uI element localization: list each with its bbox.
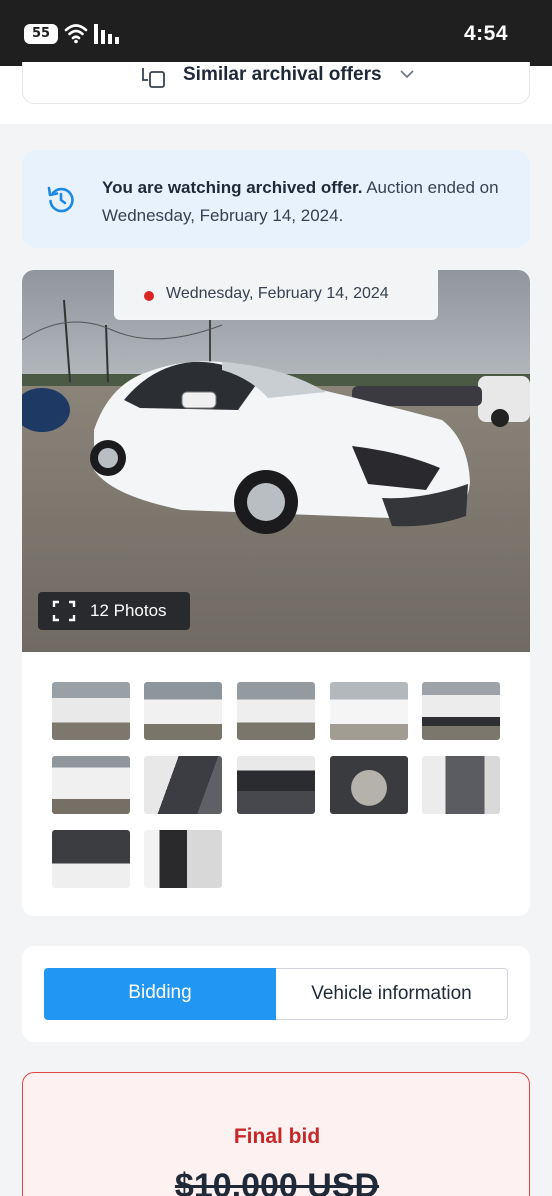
- copy-icon: [142, 68, 165, 88]
- photos-button[interactable]: 12 Photos: [38, 592, 190, 630]
- tabs-card: Bidding Vehicle information: [22, 946, 530, 1042]
- thumbnail[interactable]: [237, 682, 315, 740]
- thumbnail[interactable]: [144, 756, 222, 814]
- thumbnail[interactable]: [422, 682, 500, 740]
- photos-count: 12 Photos: [90, 601, 167, 620]
- chevron-down-icon: [400, 70, 414, 79]
- tab-vehicle-information[interactable]: Vehicle information: [276, 968, 508, 1020]
- status-dot: [144, 291, 154, 301]
- thumbnail[interactable]: [144, 682, 222, 740]
- hero-photo[interactable]: Wednesday, February 14, 2024 12 Photos: [22, 270, 530, 652]
- battery-indicator: 55: [24, 24, 58, 44]
- thumbnail[interactable]: [52, 830, 130, 888]
- tab-bidding[interactable]: Bidding: [44, 968, 276, 1020]
- status-time: 4:54: [463, 22, 508, 45]
- similar-offers-label: Similar archival offers: [183, 64, 382, 85]
- thumbnail[interactable]: [144, 830, 222, 888]
- auction-date: Wednesday, February 14, 2024: [166, 285, 389, 302]
- final-bid-label: Final bid: [233, 1125, 321, 1148]
- archived-notice: You are watching archived offer. Auction…: [22, 150, 530, 248]
- thumbnail[interactable]: [422, 756, 500, 814]
- thumbnail[interactable]: [330, 756, 408, 814]
- photo-gallery: Wednesday, February 14, 2024 12 Photos: [22, 270, 530, 916]
- thumbnail[interactable]: [52, 682, 130, 740]
- thumbnail[interactable]: [330, 682, 408, 740]
- fullscreen-icon: [52, 600, 76, 622]
- auction-date-pill: Wednesday, February 14, 2024: [114, 270, 438, 320]
- wifi-icon: [64, 24, 88, 44]
- thumbnail[interactable]: [52, 756, 130, 814]
- final-bid-amount: $10,000 USD: [174, 1167, 380, 1196]
- notice-text: You are watching archived offer. Auction…: [102, 174, 514, 230]
- signal-icon: [94, 24, 119, 44]
- final-bid-card: Final bid $10,000 USD: [22, 1072, 530, 1196]
- history-icon: [47, 186, 74, 213]
- thumbnail[interactable]: [237, 756, 315, 814]
- status-bar: 55 4:54: [0, 0, 552, 66]
- similar-offers-dropdown[interactable]: Similar archival offers: [22, 62, 530, 104]
- notice-strong: You are watching archived offer.: [102, 178, 363, 197]
